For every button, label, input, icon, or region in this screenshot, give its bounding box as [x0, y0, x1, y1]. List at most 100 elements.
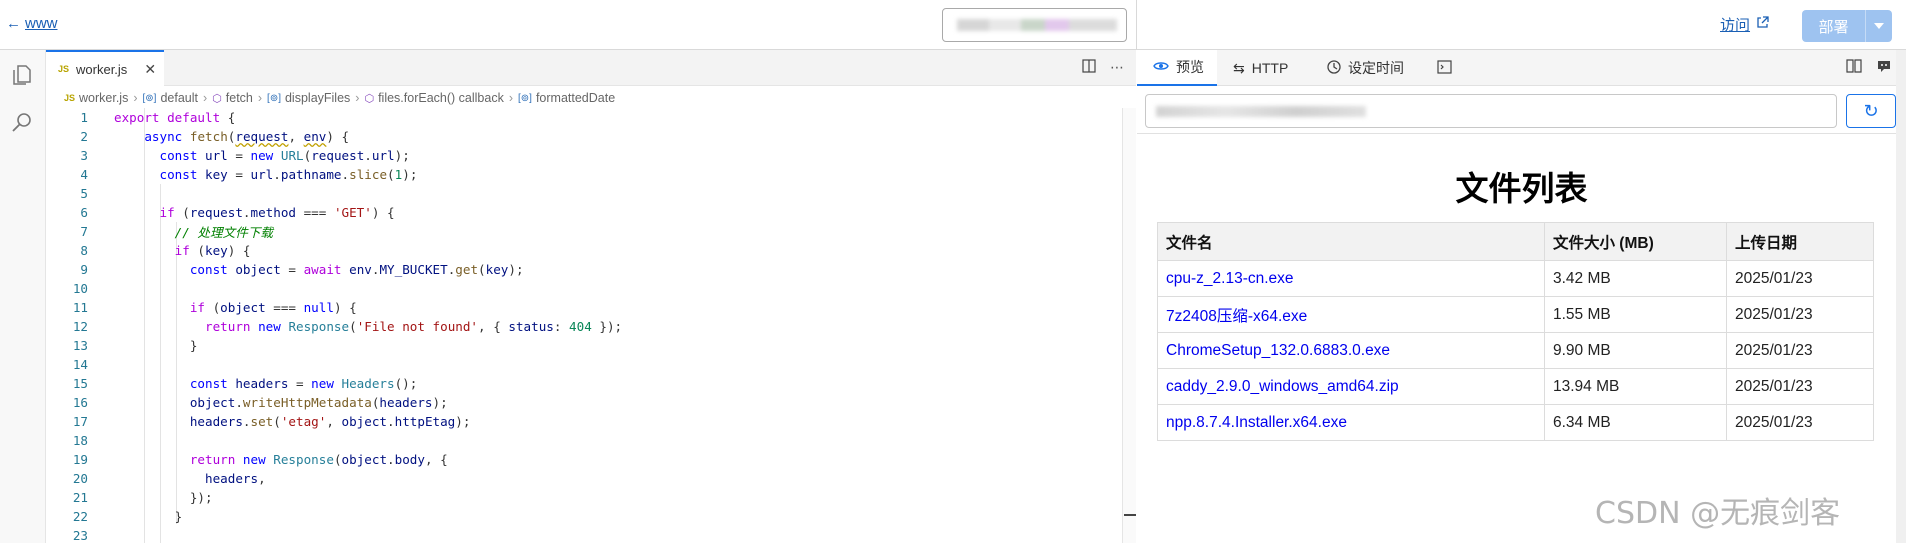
preview-actions	[1846, 58, 1892, 77]
files-icon[interactable]	[10, 63, 34, 87]
watermark: CSDN @无痕剑客	[1595, 496, 1841, 531]
code-text: }	[114, 509, 183, 524]
preview-url-input[interactable]	[1145, 94, 1837, 128]
line-number: 10	[72, 281, 88, 296]
line-number: 11	[72, 300, 88, 315]
file-link[interactable]: cpu-z_2.13-cn.exe	[1166, 270, 1294, 287]
code-area[interactable]: 1 export default { 2 async fetch(request,…	[46, 108, 1122, 543]
breadcrumb-file[interactable]: JS worker.js	[64, 91, 128, 105]
variable-icon: [⊚]	[142, 92, 157, 104]
discord-icon[interactable]	[1876, 58, 1892, 77]
tab-http[interactable]: ⇆ HTTP	[1233, 50, 1288, 86]
line-number: 9	[80, 262, 88, 277]
code-text: async fetch(request, env) {	[144, 129, 350, 144]
more-actions-icon[interactable]: ⋯	[1110, 59, 1124, 76]
line-number: 17	[72, 414, 88, 429]
column-header-date: 上传日期	[1726, 222, 1874, 261]
split-editor-icon[interactable]	[1082, 59, 1096, 76]
code-text: const headers = new Headers();	[189, 376, 418, 391]
line-number: 6	[80, 205, 88, 220]
code-line: 16 object.writeHttpMetadata(headers);	[46, 393, 1122, 412]
tab-schedule[interactable]: 设定时间	[1327, 50, 1404, 86]
tab-preview[interactable]: 预览	[1137, 50, 1217, 86]
tab-worker-js[interactable]: JS worker.js ✕	[46, 50, 164, 86]
line-number: 23	[72, 528, 88, 543]
line-number: 15	[72, 376, 88, 391]
file-size-cell: 9.90 MB	[1544, 332, 1727, 369]
editor-scrollbar[interactable]	[1122, 108, 1136, 543]
preview-tab-bar: 预览 ⇆ HTTP 设定时间	[1137, 50, 1906, 86]
file-date-cell: 2025/01/23	[1726, 260, 1874, 297]
code-line: 23	[46, 526, 1122, 543]
deploy-button[interactable]: 部署	[1802, 10, 1892, 42]
redacted-url	[957, 19, 1117, 31]
code-text: if (request.method === 'GET') {	[159, 205, 395, 220]
breadcrumb-label: worker.js	[79, 91, 129, 105]
breadcrumb-label: displayFiles	[284, 91, 351, 105]
preview-panel: 预览 ⇆ HTTP 设定时间 ↻ 文件列表 文件名 文件大小 (MB) 上传日期…	[1137, 50, 1906, 543]
redacted-url	[1156, 106, 1366, 117]
worker-url-field[interactable]	[942, 8, 1127, 42]
breadcrumb-formatteddate[interactable]: [⊚] formattedDate	[518, 91, 615, 105]
page-title: 文件列表	[1455, 169, 1588, 208]
chevron-right-icon: ›	[202, 91, 208, 105]
code-text: object.writeHttpMetadata(headers);	[189, 395, 448, 410]
breadcrumb-displayfiles[interactable]: [⊚] displayFiles	[267, 91, 350, 105]
line-number: 2	[80, 129, 88, 144]
table-row: npp.8.7.4.Installer.x64.exe 6.34 MB 2025…	[1157, 404, 1874, 441]
search-icon[interactable]	[10, 111, 34, 135]
close-icon[interactable]: ✕	[144, 61, 156, 78]
back-link[interactable]: ← www	[6, 15, 58, 32]
terminal-tab[interactable]	[1437, 50, 1452, 86]
code-line: 4 const key = url.pathname.slice(1);	[46, 165, 1122, 184]
line-number: 20	[72, 471, 88, 486]
breadcrumb-label: files.forEach() callback	[378, 91, 504, 105]
breadcrumb-label: default	[160, 91, 198, 105]
breadcrumb-label: fetch	[225, 91, 253, 105]
editor-actions: ⋯	[1082, 59, 1124, 76]
preview-scrollbar[interactable]	[1896, 50, 1906, 543]
breadcrumb-fetch[interactable]: ⬡ fetch	[212, 91, 253, 105]
code-text: }	[114, 338, 198, 353]
breadcrumb-default[interactable]: [⊚] default	[143, 91, 198, 105]
method-icon: ⬡	[212, 92, 222, 105]
refresh-icon: ↻	[1863, 100, 1879, 121]
external-link-icon	[1756, 16, 1769, 33]
code-text: const url = new URL(request.url);	[159, 148, 410, 163]
visit-link[interactable]: 访问	[1720, 14, 1769, 35]
file-size-cell: 3.42 MB	[1544, 260, 1727, 297]
table-row: ChromeSetup_132.0.6883.0.exe 9.90 MB 202…	[1157, 332, 1874, 369]
code-text: headers,	[205, 471, 266, 486]
refresh-button[interactable]: ↻	[1846, 94, 1896, 128]
file-size-cell: 6.34 MB	[1544, 404, 1727, 441]
file-link[interactable]: 7z2408压缩-x64.exe	[1166, 308, 1307, 325]
code-line: 12 return new Response('File not found',…	[46, 317, 1122, 336]
breadcrumb: JS worker.js › [⊚] default › ⬡ fetch › [⊚] d…	[64, 88, 615, 108]
code-line: 10	[46, 279, 1122, 298]
code-text: if (key) {	[174, 243, 251, 258]
line-number: 7	[80, 224, 88, 239]
code-text: if (object === null) {	[189, 300, 357, 315]
code-line: 21 });	[46, 488, 1122, 507]
file-link[interactable]: caddy_2.9.0_windows_amd64.zip	[1166, 378, 1399, 395]
chevron-down-icon[interactable]	[1866, 10, 1892, 42]
top-bar: ← www 访问 部署	[0, 0, 1906, 50]
column-header-size: 文件大小 (MB)	[1544, 222, 1727, 261]
chevron-right-icon: ›	[508, 91, 513, 105]
line-number: 8	[80, 243, 88, 258]
code-line: 22 }	[46, 507, 1122, 526]
file-date-cell: 2025/01/23	[1726, 368, 1874, 405]
file-link[interactable]: npp.8.7.4.Installer.x64.exe	[1166, 414, 1347, 431]
file-link[interactable]: ChromeSetup_132.0.6883.0.exe	[1166, 342, 1390, 359]
breadcrumb-foreach-callback[interactable]: ⬡ files.forEach() callback	[364, 91, 503, 105]
line-number: 3	[80, 148, 88, 163]
back-link-label: www	[25, 15, 58, 32]
table-row: 7z2408压缩-x64.exe 1.55 MB 2025/01/23	[1157, 296, 1874, 333]
file-name-cell: caddy_2.9.0_windows_amd64.zip	[1157, 368, 1545, 405]
file-name-cell: 7z2408压缩-x64.exe	[1157, 296, 1545, 333]
editor-tab-bar: JS worker.js ✕ ⋯	[46, 50, 1136, 86]
book-icon[interactable]	[1846, 58, 1862, 77]
eye-icon	[1153, 59, 1169, 75]
file-size-cell: 13.94 MB	[1544, 368, 1727, 405]
line-number: 21	[72, 490, 88, 505]
